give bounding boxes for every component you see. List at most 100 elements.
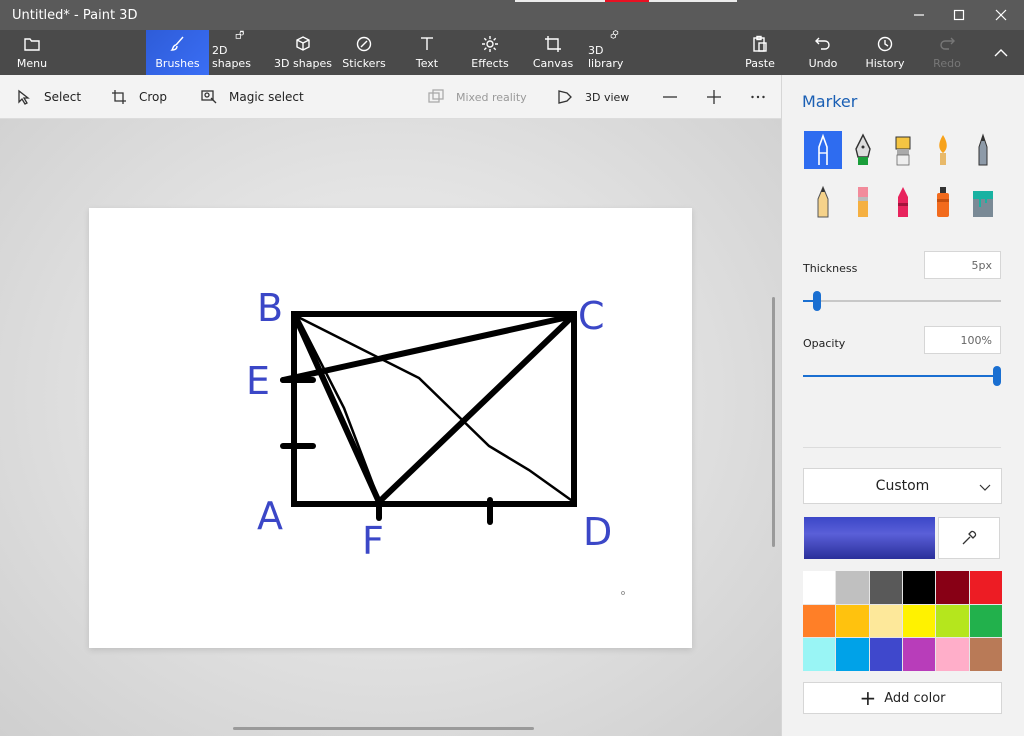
stickers-icon (356, 36, 372, 52)
select-label: Select (44, 90, 82, 104)
redo-button[interactable]: Redo (931, 30, 963, 75)
brush-spray-can[interactable] (924, 183, 962, 221)
tab-canvas[interactable]: Canvas (533, 30, 573, 75)
close-button[interactable] (979, 0, 1023, 30)
vertex-label-c: C (578, 294, 605, 338)
tab-stickers[interactable]: Stickers (340, 30, 388, 75)
crop-button[interactable]: Crop (111, 75, 167, 119)
tab-2d-shapes[interactable]: 2D shapes (212, 30, 268, 75)
brush-crayon[interactable] (884, 183, 922, 221)
minimize-icon (914, 14, 924, 16)
brush-eraser[interactable] (844, 183, 882, 221)
tab-label: Canvas (532, 57, 574, 70)
title-accent-strip-2 (649, 0, 737, 2)
brush-pencil[interactable] (804, 183, 842, 221)
opacity-input[interactable] (924, 326, 1001, 354)
undo-button[interactable]: Undo (806, 30, 840, 75)
minus-icon (663, 96, 677, 98)
select-button[interactable]: Select (16, 75, 81, 119)
brush-calligraphy-pen[interactable] (844, 131, 882, 169)
opacity-slider-thumb[interactable] (993, 366, 1001, 386)
tab-label: Brushes (155, 57, 200, 70)
thickness-input[interactable] (924, 251, 1001, 279)
3d-view-label: 3D view (585, 90, 630, 104)
paste-icon (753, 35, 767, 52)
spray-can-icon (937, 187, 949, 217)
color-swatch[interactable] (969, 604, 1002, 638)
brush-marker[interactable] (804, 131, 842, 169)
maximize-icon (953, 9, 965, 21)
tab-text[interactable]: Text (410, 30, 444, 75)
color-swatch[interactable] (936, 638, 969, 671)
history-button[interactable]: History (865, 30, 905, 75)
current-color-swatch[interactable] (804, 517, 935, 559)
color-swatch[interactable] (902, 638, 936, 671)
color-swatch[interactable] (869, 638, 902, 671)
brush-watercolor[interactable] (924, 131, 962, 169)
tab-brushes[interactable]: Brushes (146, 30, 209, 75)
crayon-icon (898, 187, 908, 217)
thickness-slider-thumb[interactable] (813, 291, 821, 311)
brush-oil[interactable] (884, 131, 922, 169)
add-color-button[interactable]: + Add color (803, 682, 1002, 714)
zoom-in-button[interactable] (699, 75, 729, 119)
color-swatch[interactable] (803, 571, 836, 604)
tab-effects[interactable]: Effects (470, 30, 510, 75)
minimize-button[interactable] (897, 0, 941, 30)
brush-icon (169, 36, 184, 51)
tab-label: 3D library (588, 44, 624, 70)
mixed-reality-button[interactable]: Mixed reality (428, 75, 527, 119)
tab-label: 3D shapes (274, 57, 332, 70)
color-swatch[interactable] (902, 604, 936, 638)
color-swatch[interactable] (936, 571, 969, 604)
horizontal-scrollbar[interactable] (233, 727, 534, 730)
title-accent-strip (515, 0, 605, 2)
color-swatch[interactable] (803, 604, 836, 638)
color-swatch[interactable] (803, 638, 836, 671)
paste-button[interactable]: Paste (742, 30, 778, 75)
brush-fill[interactable] (964, 183, 1002, 221)
fill-bucket-icon (973, 191, 993, 217)
eyedropper-icon (962, 530, 977, 545)
menu-button[interactable]: Menu (10, 30, 54, 75)
vertex-label-a: A (257, 494, 283, 538)
3d-shapes-icon (296, 36, 310, 51)
drawing-canvas[interactable]: B C E A F D (89, 208, 692, 648)
undo-label: Undo (808, 57, 838, 70)
vertical-scrollbar[interactable] (772, 297, 775, 547)
more-options-button[interactable] (743, 75, 773, 119)
tab-3d-library[interactable]: 3D library (588, 30, 642, 75)
thickness-slider[interactable] (803, 291, 1001, 311)
color-swatch[interactable] (836, 638, 869, 671)
window-title: Untitled* - Paint 3D (12, 8, 138, 23)
tab-3d-shapes[interactable]: 3D shapes (274, 30, 332, 75)
vertex-label-d: D (583, 510, 612, 554)
undo-icon (815, 37, 830, 50)
color-swatch[interactable] (969, 571, 1002, 604)
crop-icon (112, 90, 126, 104)
color-swatch[interactable] (869, 604, 902, 638)
3d-view-icon (558, 90, 572, 104)
workspace[interactable]: B C E A F D (0, 119, 781, 736)
color-swatch[interactable] (869, 571, 902, 604)
brush-pixel-pen[interactable] (964, 131, 1002, 169)
opacity-slider[interactable] (803, 366, 1001, 386)
3d-view-button[interactable]: 3D view (557, 75, 629, 119)
eyedropper-button[interactable] (938, 517, 1000, 559)
canvas-dot (621, 591, 625, 595)
menu-label: Menu (16, 57, 48, 70)
effects-icon (482, 36, 498, 52)
color-swatch[interactable] (836, 604, 869, 638)
tab-label: Text (415, 57, 439, 70)
marker-icon (818, 133, 828, 165)
magic-select-button[interactable]: Magic select (201, 75, 304, 119)
collapse-ribbon-button[interactable] (988, 30, 1014, 75)
magic-select-label: Magic select (229, 90, 304, 104)
maximize-button[interactable] (937, 0, 981, 30)
color-swatch[interactable] (836, 571, 869, 604)
color-mode-dropdown[interactable]: Custom (803, 468, 1002, 504)
color-swatch[interactable] (969, 638, 1002, 671)
zoom-out-button[interactable] (655, 75, 685, 119)
color-swatch[interactable] (902, 571, 936, 604)
color-swatch[interactable] (936, 604, 969, 638)
